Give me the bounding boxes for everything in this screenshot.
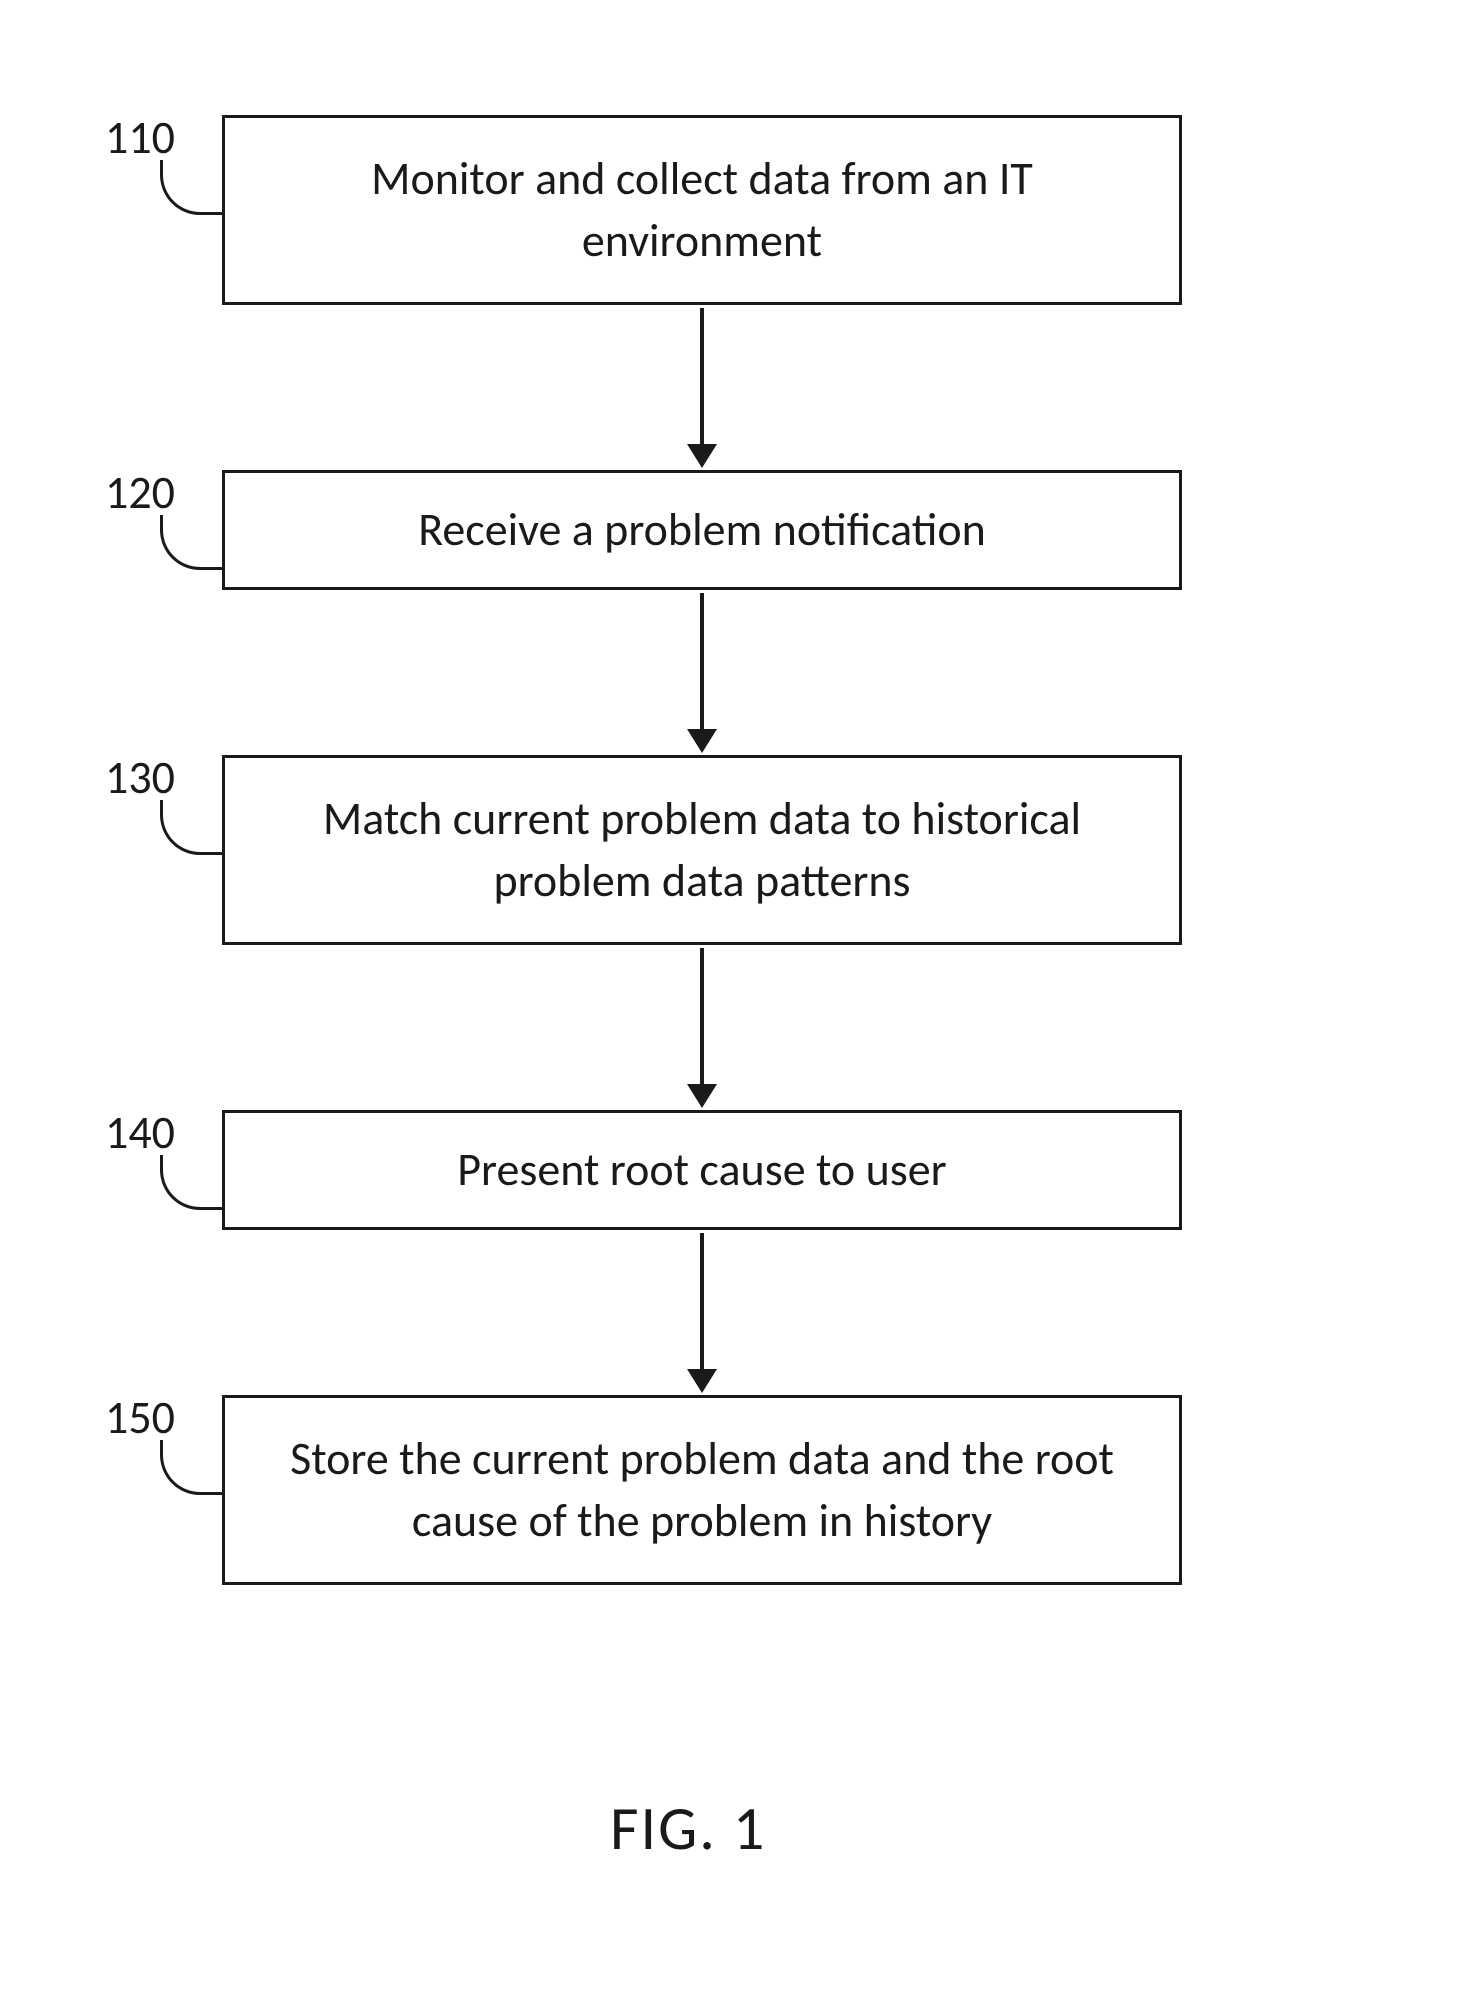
step-label-130: 130 xyxy=(85,750,175,806)
step-box-110: Monitor and collect data from an IT envi… xyxy=(222,115,1182,305)
step-label-120: 120 xyxy=(85,465,175,521)
step-text: Monitor and collect data from an IT envi… xyxy=(255,148,1149,272)
step-box-150: Store the current problem data and the r… xyxy=(222,1395,1182,1585)
arrow-130-140 xyxy=(686,948,718,1108)
step-label-150: 150 xyxy=(85,1390,175,1446)
label-connector-120 xyxy=(160,515,225,570)
step-text: Receive a problem notification xyxy=(418,499,986,561)
label-connector-140 xyxy=(160,1155,225,1210)
arrow-110-120 xyxy=(686,308,718,468)
arrow-120-130 xyxy=(686,593,718,753)
step-box-130: Match current problem data to historical… xyxy=(222,755,1182,945)
arrow-140-150 xyxy=(686,1233,718,1393)
step-text: Store the current problem data and the r… xyxy=(255,1428,1149,1552)
step-box-140: Present root cause to user xyxy=(222,1110,1182,1230)
label-connector-110 xyxy=(160,160,225,215)
step-text: Present root cause to user xyxy=(457,1139,946,1201)
label-connector-130 xyxy=(160,800,225,855)
step-label-110: 110 xyxy=(85,110,175,166)
figure-caption: FIG. 1 xyxy=(610,1790,766,1866)
step-label-140: 140 xyxy=(85,1105,175,1161)
step-text: Match current problem data to historical… xyxy=(255,788,1149,912)
flowchart-canvas: 110 Monitor and collect data from an IT … xyxy=(0,0,1476,1995)
label-connector-150 xyxy=(160,1440,225,1495)
step-box-120: Receive a problem notification xyxy=(222,470,1182,590)
